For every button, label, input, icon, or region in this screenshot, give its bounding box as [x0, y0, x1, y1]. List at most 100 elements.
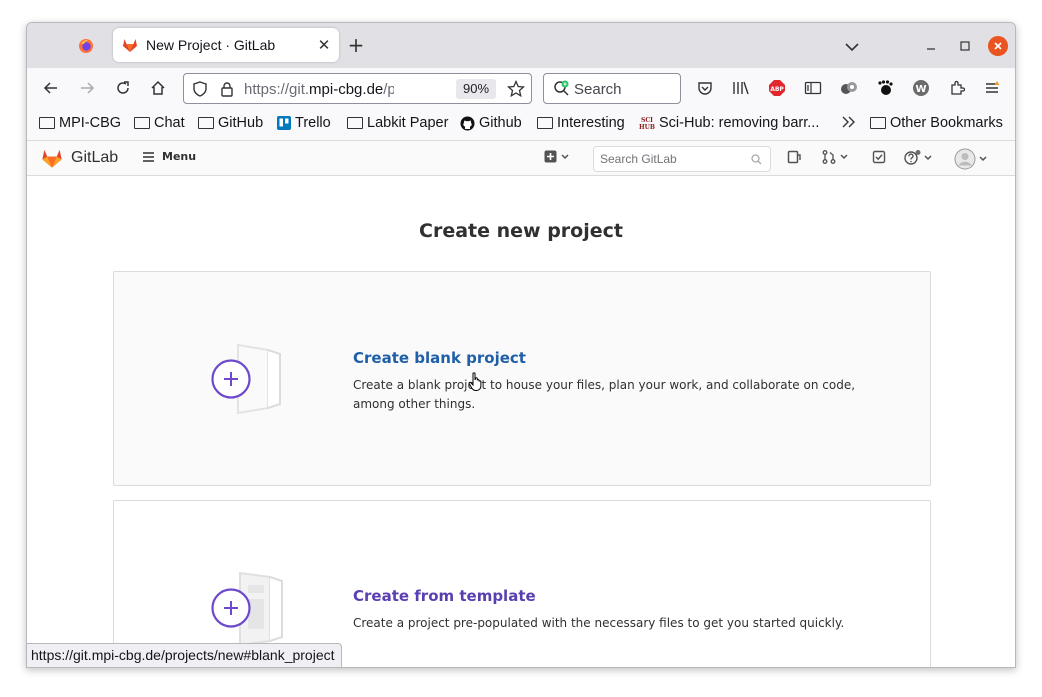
gitlab-logo-icon — [42, 149, 62, 168]
bookmark-scihub[interactable]: SCI HUB Sci-Hub: removing barr... — [639, 115, 819, 131]
template-illustration-icon — [211, 571, 283, 645]
chevron-down-icon — [840, 154, 848, 160]
merge-requests-dropdown[interactable] — [822, 150, 850, 164]
create-from-template-title[interactable]: Create from template — [353, 587, 536, 605]
svg-text:SCI: SCI — [641, 117, 653, 124]
reader-view-button[interactable] — [801, 76, 825, 100]
w-circle-icon: W — [913, 80, 929, 96]
svg-text:ABP: ABP — [770, 86, 784, 93]
browser-search-bar[interactable]: Search — [543, 73, 681, 104]
folder-icon — [39, 117, 55, 129]
search-engine-icon — [554, 80, 569, 96]
close-window-button[interactable] — [988, 36, 1008, 56]
issues-icon — [787, 150, 801, 164]
navigation-toolbar: https://git.mpi-cbg.de/projects/new 90% … — [27, 68, 1015, 108]
bookmark-github-folder[interactable]: GitHub — [198, 115, 263, 131]
chevron-down-icon — [979, 156, 987, 162]
reload-button[interactable] — [111, 76, 135, 100]
double-chevron-right-icon — [842, 116, 855, 128]
shield-icon — [193, 81, 207, 97]
reload-icon — [117, 81, 129, 94]
extension-circles-icon — [841, 82, 857, 94]
page-title: Create new project — [419, 220, 623, 242]
list-all-tabs-button[interactable] — [845, 37, 859, 56]
bookmarks-overflow-button[interactable] — [841, 115, 857, 129]
create-new-dropdown[interactable] — [544, 150, 571, 163]
chevron-down-icon — [561, 153, 569, 159]
gitlab-brand-text: GitLab — [71, 149, 119, 166]
bookmark-trello[interactable]: Trello — [277, 115, 331, 131]
folder-icon — [198, 117, 214, 129]
adblock-button[interactable]: ABP — [765, 76, 789, 100]
bookmark-interesting[interactable]: Interesting — [537, 115, 625, 131]
w-extension-button[interactable]: W — [909, 76, 933, 100]
avatar-icon — [954, 148, 976, 170]
home-icon — [151, 80, 165, 95]
gnome-extension-button[interactable] — [873, 76, 897, 100]
url-text: https://git.mpi-cbg.de/projects/new — [244, 81, 394, 98]
github-icon — [460, 116, 475, 130]
gitlab-home-link[interactable]: GitLab — [41, 147, 118, 169]
hamburger-icon — [143, 151, 154, 162]
adblock-plus-icon: ABP — [769, 80, 785, 96]
gitlab-favicon-icon — [123, 39, 137, 52]
help-icon — [904, 150, 921, 165]
bookmarks-toolbar: MPI-CBG Chat GitHub Trello Labkit Paper … — [27, 109, 1015, 139]
hand-cursor-icon — [468, 372, 482, 391]
maximize-button[interactable] — [954, 35, 976, 57]
tab-title: New Project · GitLab — [146, 37, 276, 53]
bookmark-other[interactable]: Other Bookmarks — [870, 115, 1003, 131]
create-blank-project-title[interactable]: Create blank project — [353, 349, 526, 367]
create-from-template-description: Create a project pre-populated with the … — [353, 616, 845, 630]
url-bar[interactable]: https://git.mpi-cbg.de/projects/new 90% — [183, 73, 532, 104]
zoom-indicator[interactable]: 90% — [456, 79, 496, 99]
svg-text:HUB: HUB — [639, 124, 655, 131]
puzzle-icon — [951, 80, 965, 95]
gitlab-search-input[interactable]: Search GitLab — [593, 146, 771, 172]
minimize-button[interactable] — [920, 35, 942, 57]
home-button[interactable] — [146, 76, 170, 100]
issues-button[interactable] — [787, 150, 801, 164]
browser-window: New Project · GitLab ✕ + https://git.mpi… — [26, 22, 1016, 668]
tab-new-project[interactable]: New Project · GitLab ✕ — [113, 28, 339, 62]
blank-project-illustration-icon — [211, 343, 281, 415]
svg-text:W: W — [915, 84, 926, 95]
gnome-foot-icon — [878, 80, 893, 95]
pinned-tab-firefox[interactable] — [71, 33, 101, 59]
hamburger-menu-icon — [986, 81, 1000, 93]
extensions-button[interactable] — [945, 76, 969, 100]
forward-button[interactable] — [75, 76, 99, 100]
folder-icon — [347, 117, 363, 129]
folder-icon — [537, 117, 553, 129]
merge-request-icon — [822, 150, 836, 164]
arrow-left-icon — [43, 82, 57, 94]
star-icon[interactable] — [507, 80, 525, 98]
create-blank-project-description: Create a blank project to house your fil… — [353, 378, 856, 411]
library-icon — [733, 81, 749, 95]
pocket-button[interactable] — [693, 76, 717, 100]
bookmark-github[interactable]: Github — [460, 115, 522, 131]
plus-square-icon — [544, 150, 557, 163]
main-menu-button[interactable]: Menu — [142, 150, 196, 163]
bookmark-mpi-cbg[interactable]: MPI-CBG — [39, 115, 121, 131]
app-menu-button[interactable] — [981, 76, 1005, 100]
back-button[interactable] — [39, 76, 63, 100]
create-blank-project-card[interactable]: Create blank project Create a blank proj… — [113, 271, 931, 486]
search-icon — [751, 154, 762, 165]
extension-gray-button[interactable] — [837, 76, 861, 100]
trello-icon — [277, 116, 291, 130]
arrow-right-icon — [81, 82, 95, 94]
chevron-down-icon — [845, 43, 859, 52]
bookmark-labkit-paper[interactable]: Labkit Paper — [347, 115, 448, 131]
todos-button[interactable] — [872, 150, 886, 164]
tab-close-icon[interactable]: ✕ — [314, 36, 334, 54]
bookmark-chat[interactable]: Chat — [134, 115, 185, 131]
lock-icon — [221, 82, 233, 97]
folder-icon — [134, 117, 150, 129]
user-menu-dropdown[interactable] — [954, 148, 990, 170]
library-button[interactable] — [729, 76, 753, 100]
sidebar-icon — [804, 81, 822, 95]
todo-check-icon — [872, 150, 886, 164]
new-tab-button[interactable]: + — [345, 35, 367, 57]
help-dropdown[interactable] — [904, 150, 934, 166]
